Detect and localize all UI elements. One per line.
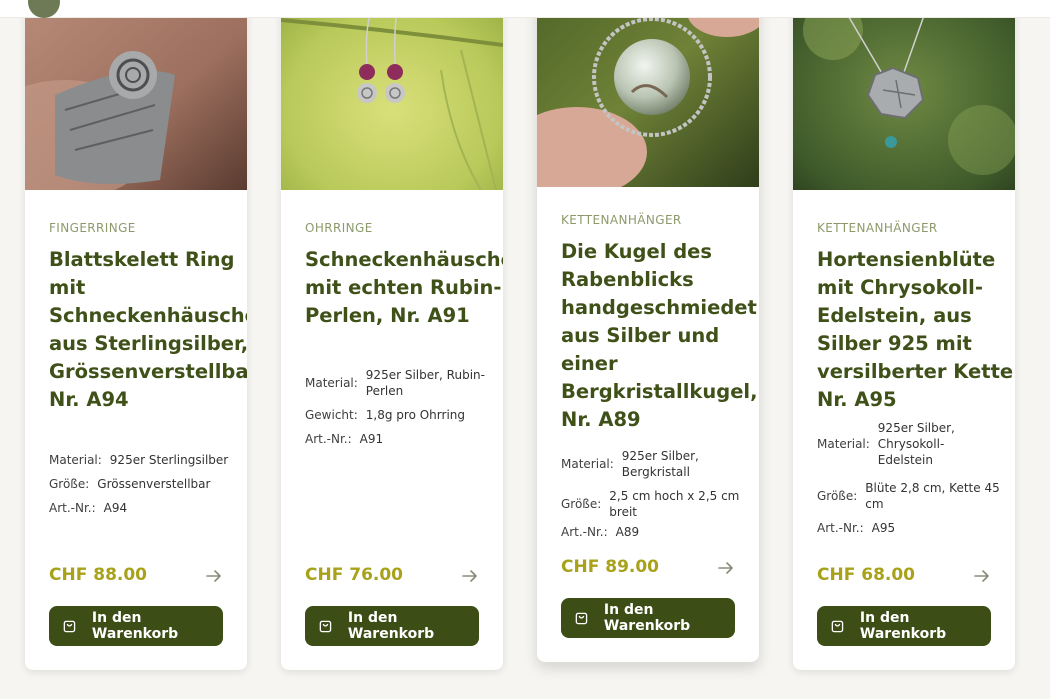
flower-pendant-photo[interactable] (793, 0, 1015, 190)
spec-article: Art.-Nr.: A94 (49, 500, 239, 516)
arrow-right-icon[interactable] (717, 559, 735, 577)
add-to-cart-label: In den Warenkorb (347, 610, 435, 642)
add-to-cart-label: In den Warenkorb (603, 602, 691, 634)
product-card[interactable]: KETTENANHÄNGER Hortensienblüte mit Chrys… (793, 0, 1015, 670)
add-to-cart-button[interactable]: In den Warenkorb (561, 598, 735, 638)
spec-material: Material: 925er Silber, Rubin-Perlen (305, 367, 495, 399)
product-category[interactable]: FINGERRINGE (49, 221, 136, 235)
arrow-right-icon[interactable] (205, 567, 223, 585)
spec-label: Material: (305, 376, 358, 390)
spec-label: Material: (49, 453, 102, 467)
top-bar (0, 0, 1050, 18)
spec-value: 925er Silber, Bergkristall (621, 449, 699, 479)
product-card[interactable]: KETTENANHÄNGER Die Kugel des Rabenblicks… (537, 0, 759, 662)
spec-article: Art.-Nr.: A91 (305, 431, 495, 447)
product-card[interactable]: OHRRINGE Schneckenhäusche mit echten Rub… (281, 0, 503, 670)
spec-label: Art.-Nr.: (49, 501, 96, 515)
shopping-bag-icon (575, 612, 588, 625)
product-price: CHF 76.00 (305, 565, 404, 585)
product-title[interactable]: Schneckenhäusche mit echten Rubin-Perlen… (305, 246, 503, 330)
spec-label: Material: (561, 457, 614, 471)
add-to-cart-label: In den Warenkorb (91, 610, 179, 642)
product-title[interactable]: Die Kugel des Rabenblicks handgeschmiede… (561, 238, 759, 434)
product-price: CHF 89.00 (561, 557, 660, 577)
spec-label: Gewicht: (305, 408, 358, 422)
add-to-cart-button[interactable]: In den Warenkorb (305, 606, 479, 646)
spec-label: Größe: (49, 477, 90, 491)
spec-article: Art.-Nr.: A89 (561, 524, 751, 540)
spec-material: Material: 925er Silber, Bergkristall (561, 448, 751, 480)
spec-size: Größe: Blüte 2,8 cm, Kette 45 cm (817, 480, 1007, 512)
spec-label: Art.-Nr.: (561, 525, 608, 539)
spec-size: Größe: Grössenverstellbar (49, 476, 239, 492)
spec-value: A94 (103, 501, 128, 515)
spec-value: 1,8g pro Ohrring (365, 408, 466, 422)
product-category[interactable]: KETTENANHÄNGER (561, 213, 682, 227)
spec-label: Art.-Nr.: (305, 432, 352, 446)
spec-value: A89 (615, 525, 640, 539)
product-title[interactable]: Hortensienblüte mit Chrysokoll-Edelstein… (817, 246, 1015, 414)
spec-label: Größe: (561, 497, 602, 511)
spec-value: A95 (871, 521, 896, 535)
spec-value: 925er Silber, Rubin-Perlen (365, 368, 485, 398)
product-category[interactable]: KETTENANHÄNGER (817, 221, 938, 235)
product-price: CHF 68.00 (817, 565, 916, 585)
logo-icon[interactable] (28, 0, 60, 18)
spec-label: Art.-Nr.: (817, 521, 864, 535)
ring-photo[interactable] (25, 0, 247, 190)
arrow-right-icon[interactable] (973, 567, 991, 585)
shopping-bag-icon (63, 620, 76, 633)
spec-value: A91 (359, 432, 384, 446)
add-to-cart-label: In den Warenkorb (859, 610, 947, 642)
product-title[interactable]: Blattskelett Ring mit Schneckenhäusche a… (49, 246, 247, 414)
arrow-right-icon[interactable] (461, 567, 479, 585)
spec-value: Grössenverstellbar (97, 477, 211, 491)
spec-article: Art.-Nr.: A95 (817, 520, 1007, 536)
product-card[interactable]: FINGERRINGE Blattskelett Ring mit Schnec… (25, 0, 247, 670)
add-to-cart-button[interactable]: In den Warenkorb (49, 606, 223, 646)
spec-material: Material: 925er Silber, Chrysokoll-Edels… (817, 420, 1007, 468)
product-price: CHF 88.00 (49, 565, 148, 585)
crystal-pendant-photo[interactable] (537, 0, 759, 187)
spec-label: Größe: (817, 489, 858, 503)
spec-size: Größe: 2,5 cm hoch x 2,5 cm breit (561, 488, 751, 520)
spec-weight: Gewicht: 1,8g pro Ohrring (305, 407, 495, 423)
product-category[interactable]: OHRRINGE (305, 221, 373, 235)
shopping-bag-icon (319, 620, 332, 633)
spec-value: Blüte 2,8 cm, Kette 45 cm (865, 481, 1000, 511)
spec-value: 925er Silber, Chrysokoll-Edelstein (877, 421, 955, 467)
shopping-bag-icon (831, 620, 844, 633)
spec-label: Material: (817, 437, 870, 451)
spec-value: 925er Sterlingsilber (109, 453, 229, 467)
earrings-photo[interactable] (281, 0, 503, 190)
add-to-cart-button[interactable]: In den Warenkorb (817, 606, 991, 646)
spec-value: 2,5 cm hoch x 2,5 cm breit (609, 489, 740, 519)
spec-material: Material: 925er Sterlingsilber (49, 452, 239, 468)
